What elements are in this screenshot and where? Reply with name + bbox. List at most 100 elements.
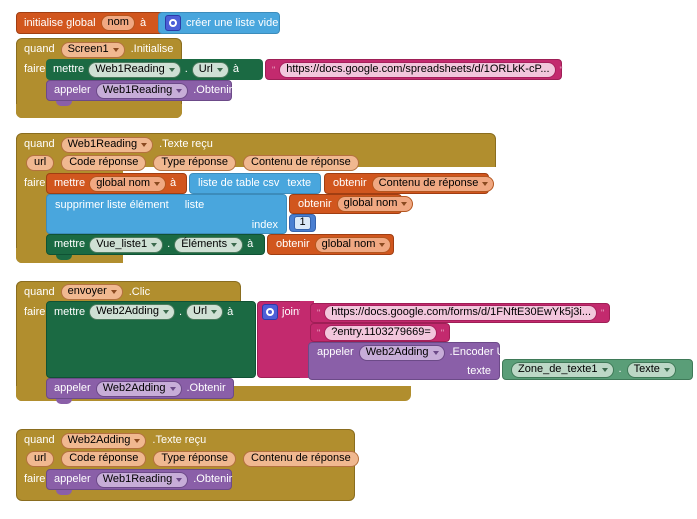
chevron-down-icon[interactable] [134, 438, 141, 443]
get-value-field[interactable]: Contenu de réponse [371, 175, 495, 192]
component-screen1-field[interactable]: Screen1 [60, 41, 125, 58]
when-web2-params: url Code réponse Type réponse Contenu de… [26, 451, 359, 467]
block-set-vueliste1-elements[interactable]: mettre Vue_liste1 . Éléments à [46, 234, 265, 255]
event-name-texte-recu: .Texte reçu [159, 138, 213, 150]
setter-component-field[interactable]: Web2Adding [89, 304, 175, 320]
component-envoyer-field[interactable]: envoyer [60, 284, 123, 300]
chevron-down-icon[interactable] [401, 202, 408, 206]
setter-component-field[interactable]: Web1Reading [88, 61, 181, 78]
call-component-field[interactable]: Web2Adding [358, 344, 445, 361]
remove-index-label: index [251, 218, 278, 231]
when-screen1-header: quand Screen1 .Initialise [24, 41, 173, 58]
when-keyword: quand [24, 434, 55, 446]
block-remove-list-item[interactable]: supprimer liste élément liste index [46, 194, 287, 234]
call-component-field[interactable]: Web1Reading [95, 471, 189, 488]
param-type-reponse[interactable]: Type réponse [153, 451, 236, 467]
block-set-web2adding-url[interactable]: mettre Web2Adding . Url à [46, 301, 256, 378]
text-value-field[interactable]: https://docs.google.com/forms/d/1FNftE30… [324, 305, 598, 321]
chevron-down-icon[interactable] [601, 367, 608, 372]
get-keyword: obtenir [298, 197, 332, 210]
block-get-global-nom-1[interactable]: obtenir global nom [289, 194, 414, 214]
param-url[interactable]: url [26, 451, 55, 467]
set-keyword: mettre [54, 177, 86, 189]
param-url[interactable]: url [26, 155, 55, 171]
call-component-field[interactable]: Web2Adding [95, 380, 182, 397]
getter-component-field[interactable]: Zone_de_texte1 [511, 361, 614, 378]
chevron-down-icon[interactable] [112, 47, 119, 52]
param-contenu-de-reponse[interactable]: Contenu de réponse [243, 451, 359, 467]
chevron-down-icon[interactable] [141, 142, 148, 147]
chevron-down-icon[interactable] [231, 242, 238, 247]
chevron-down-icon[interactable] [211, 310, 218, 314]
block-number-1[interactable]: 1 [289, 214, 316, 232]
setter-property-field[interactable]: Url [186, 304, 224, 320]
chevron-down-icon[interactable] [154, 181, 161, 186]
chevron-down-icon[interactable] [176, 477, 183, 482]
block-set-global-nom[interactable]: mettre global nom à [46, 173, 187, 194]
list-from-csv-label: liste de table csv [198, 177, 280, 189]
chevron-down-icon[interactable] [176, 88, 183, 93]
block-get-zonedetexte1-texte[interactable]: Zone_de_texte1 . Texte [502, 359, 693, 380]
chevron-down-icon[interactable] [216, 67, 223, 72]
get-global-nom-field[interactable]: global nom [336, 196, 414, 212]
block-get-contenu-de-reponse[interactable]: obtenir Contenu de réponse [324, 173, 495, 194]
setter-property-field[interactable]: Url [191, 61, 229, 78]
param-code-reponse[interactable]: Code réponse [61, 451, 147, 467]
chevron-down-icon[interactable] [169, 386, 176, 391]
block-set-web1reading-url[interactable]: mettre Web1Reading . Url à [46, 59, 263, 80]
open-quote: " [317, 308, 321, 318]
gear-icon[interactable] [262, 304, 278, 320]
event-name-initialise: .Initialise [130, 43, 174, 55]
block-text-forms-url[interactable]: " https://docs.google.com/forms/d/1FNftE… [310, 303, 610, 323]
block-call-web1reading-obtenir[interactable]: appeler Web1Reading .Obtenir [46, 80, 232, 101]
blocks-canvas[interactable]: initialise global nom à créer une liste … [0, 0, 697, 519]
global-variable-field[interactable]: global nom [89, 175, 167, 192]
global-variable-name-field[interactable]: nom [100, 15, 135, 31]
close-quote: " [440, 327, 445, 338]
number-value-field[interactable]: 1 [294, 216, 311, 230]
init-global-socket [150, 17, 156, 29]
block-call-web1reading-obtenir-2[interactable]: appeler Web1Reading .Obtenir [46, 469, 232, 490]
block-get-global-nom-2[interactable]: obtenir global nom [267, 234, 394, 255]
setter-component-field[interactable]: Vue_liste1 [89, 236, 164, 253]
getter-property-field[interactable]: Texte [626, 361, 676, 378]
call-component-field[interactable]: Web1Reading [95, 82, 189, 99]
text-value-field[interactable]: https://docs.google.com/spreadsheets/d/1… [279, 61, 556, 78]
chevron-down-icon[interactable] [482, 181, 489, 186]
get-global-nom-field[interactable]: global nom [314, 236, 392, 253]
chevron-down-icon[interactable] [110, 290, 117, 294]
call-method-name: .Encoder Uri [449, 346, 511, 358]
chevron-down-icon[interactable] [162, 310, 169, 314]
block-text-entry-param[interactable]: " ?entry.1103279669= " [310, 323, 450, 342]
open-quote: " [272, 64, 276, 75]
param-contenu-de-reponse[interactable]: Contenu de réponse [243, 155, 359, 171]
gear-icon[interactable] [165, 15, 181, 31]
block-call-web2adding-obtenir[interactable]: appeler Web2Adding .Obtenir [46, 378, 234, 399]
call-keyword: appeler [54, 473, 91, 485]
set-to-label: à [170, 177, 177, 189]
get-keyword: obtenir [276, 238, 310, 250]
text-value-field[interactable]: ?entry.1103279669= [324, 324, 437, 341]
chevron-down-icon[interactable] [168, 67, 175, 72]
block-create-empty-list[interactable]: créer une liste vide [158, 12, 280, 34]
remove-list-item-label: supprimer liste élément [55, 198, 169, 211]
chevron-down-icon[interactable] [379, 242, 386, 247]
chevron-down-icon[interactable] [663, 367, 670, 372]
setter-property-field[interactable]: Éléments [174, 236, 244, 253]
block-text-spreadsheet-url[interactable]: " https://docs.google.com/spreadsheets/d… [265, 59, 563, 80]
param-code-reponse[interactable]: Code réponse [61, 155, 147, 171]
chevron-down-icon[interactable] [432, 350, 439, 355]
component-web1reading-field[interactable]: Web1Reading [60, 136, 154, 153]
component-web2adding-field[interactable]: Web2Adding [60, 432, 147, 449]
when-keyword: quand [24, 285, 55, 298]
setter-to-label: à [227, 305, 234, 318]
param-type-reponse[interactable]: Type réponse [153, 155, 236, 171]
close-quote: " [601, 308, 605, 318]
block-list-from-csv-table[interactable]: liste de table csv texte [189, 173, 321, 194]
setter-dot: . [167, 238, 171, 250]
event-name-texte-recu: .Texte reçu [152, 434, 207, 446]
when-keyword: quand [24, 43, 55, 55]
block-call-web2adding-encoder-uri[interactable]: appeler Web2Adding .Encoder Uri texte [308, 342, 511, 380]
do-label-screen1: faire [24, 63, 46, 75]
chevron-down-icon[interactable] [151, 242, 158, 247]
